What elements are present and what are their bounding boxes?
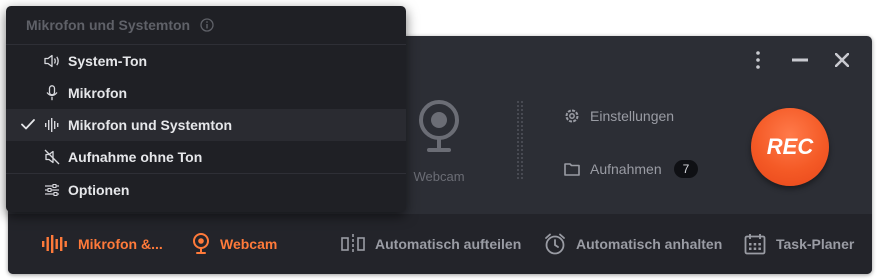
audio-source-label: Mikrofon &... (78, 236, 163, 252)
menu-item-label: Aufnahme ohne Ton (68, 149, 203, 165)
split-icon (341, 234, 365, 254)
audio-source-button[interactable]: Mikrofon &... (42, 214, 163, 274)
speaker-icon (44, 53, 60, 69)
webcam-label: Webcam (220, 236, 278, 252)
alarm-clock-icon (545, 233, 565, 255)
webcam-icon (419, 100, 459, 152)
webcam-button[interactable]: Webcam (192, 214, 277, 274)
auto-split-label: Automatisch aufteilen (375, 236, 522, 252)
gear-icon (565, 109, 579, 123)
sliders-icon (44, 182, 60, 198)
checkmark-icon (21, 119, 35, 130)
settings-label: Einstellungen (590, 108, 675, 124)
folder-icon (564, 163, 580, 176)
minimize-icon[interactable] (790, 50, 810, 70)
window-controls (748, 50, 852, 70)
menu-item-microphone[interactable]: Mikrofon (6, 77, 406, 109)
menu-item-system-sound[interactable]: System-Ton (6, 45, 406, 77)
menu-item-label: Mikrofon und Systemton (68, 117, 233, 133)
menu-header-label: Mikrofon und Systemton (26, 17, 191, 33)
rec-button[interactable]: REC (751, 108, 829, 186)
menu-item-label: System-Ton (68, 53, 148, 69)
info-icon[interactable] (200, 18, 214, 32)
menu-header: Mikrofon und Systemton (6, 6, 406, 44)
auto-split-button[interactable]: Automatisch aufteilen (341, 214, 521, 274)
task-scheduler-button[interactable]: Task-Planer (744, 214, 854, 274)
mute-icon (44, 149, 60, 165)
webcam-toggle[interactable]: Webcam (404, 98, 474, 184)
auto-stop-button[interactable]: Automatisch anhalten (544, 214, 722, 274)
audio-source-menu: Mikrofon und Systemton System-Ton Mikrof… (6, 6, 406, 212)
recordings-label: Aufnahmen (590, 161, 662, 177)
microphone-icon (44, 85, 60, 101)
more-options-icon[interactable] (748, 50, 768, 70)
menu-item-no-sound[interactable]: Aufnahme ohne Ton (6, 141, 406, 173)
audio-waveform-icon (42, 235, 67, 253)
recordings-count-badge: 7 (673, 160, 699, 178)
recordings-button[interactable]: Aufnahmen 7 (564, 160, 699, 178)
webcam-icon (193, 233, 209, 254)
menu-item-mic-and-system[interactable]: Mikrofon und Systemton (6, 109, 406, 141)
menu-item-label: Optionen (68, 182, 130, 198)
close-icon[interactable] (832, 50, 852, 70)
settings-button[interactable]: Einstellungen (564, 108, 674, 124)
audio-waveform-icon (44, 117, 60, 133)
calendar-icon (744, 234, 766, 255)
menu-item-label: Mikrofon (68, 85, 128, 101)
bottom-toolbar: Mikrofon &... Webcam Automatisch aufteil… (8, 214, 872, 274)
auto-stop-label: Automatisch anhalten (576, 236, 723, 252)
divider (516, 100, 524, 180)
menu-item-options[interactable]: Optionen (6, 174, 406, 206)
task-scheduler-label: Task-Planer (776, 236, 855, 252)
webcam-label: Webcam (413, 169, 465, 184)
